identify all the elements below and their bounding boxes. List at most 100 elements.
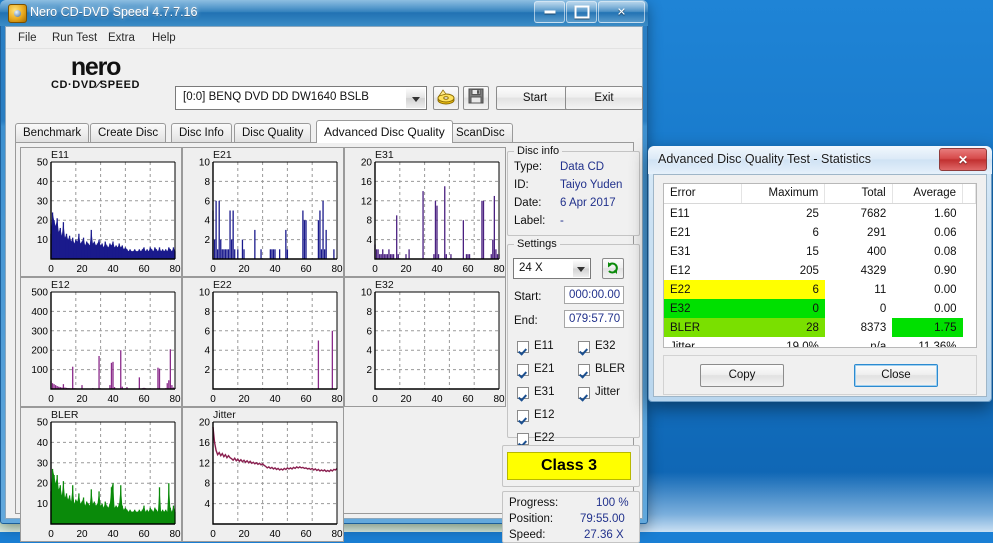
tick-label: 60 (462, 264, 474, 275)
menu-extra[interactable]: Extra (102, 30, 141, 46)
cell-average: 1.75 (892, 318, 962, 337)
cell-maximum: 6 (742, 223, 825, 242)
table-row[interactable]: E226110.00 (664, 280, 976, 299)
window-title: Nero CD-DVD Speed 4.7.7.16 (30, 5, 197, 19)
table-header-row: Error Maximum Total Average (664, 184, 976, 204)
dialog-close-button[interactable]: ✕ (939, 148, 987, 171)
cell-error: E12 (664, 261, 742, 280)
end-position-field[interactable]: 079:57.70 (564, 310, 624, 328)
menu-run-test[interactable]: Run Test (46, 30, 103, 46)
tick-label: 20 (361, 158, 373, 169)
table-row[interactable]: E31154000.08 (664, 242, 976, 261)
tab-scandisc[interactable]: ScanDisc (448, 123, 513, 142)
cell-error: E21 (664, 223, 742, 242)
tick-label: 8 (366, 307, 372, 318)
tick-label: 60 (300, 529, 312, 540)
speed-selector-value: 24 X (519, 262, 543, 274)
col-maximum: Maximum (742, 184, 825, 204)
cell-total: 7682 (825, 204, 892, 224)
cell-average: 11.36% (892, 337, 962, 348)
speed-value: 27.36 X (584, 529, 624, 541)
tick-label: 40 (431, 394, 443, 405)
cell-error: BLER (664, 318, 742, 337)
tick-label: 0 (372, 394, 378, 405)
menu-bar: File Run Test Extra Help (6, 27, 642, 49)
speed-selector[interactable]: 24 X (513, 258, 591, 279)
menu-file[interactable]: File (12, 30, 43, 46)
tick-label: 4 (366, 235, 372, 246)
exit-button[interactable]: Exit (565, 86, 643, 110)
drive-selector[interactable]: [0:0] BENQ DVD DD DW1640 BSLB (175, 86, 427, 110)
checkbox-icon (578, 341, 590, 353)
table-row[interactable]: E32000.00 (664, 299, 976, 318)
checkbox-icon (517, 387, 529, 399)
cell-spacer (963, 318, 976, 337)
col-total: Total (825, 184, 892, 204)
tab-disc-info[interactable]: Disc Info (171, 123, 232, 142)
cell-spacer (963, 242, 976, 261)
cell-error: E31 (664, 242, 742, 261)
tick-label: 40 (37, 438, 49, 449)
chevron-down-icon[interactable] (573, 260, 589, 277)
close-button[interactable]: ✕ (598, 1, 645, 23)
table-row[interactable]: E112576821.60 (664, 204, 976, 224)
tick-label: 2 (366, 365, 372, 376)
chart-e11: E110204060801020304050 (20, 147, 182, 277)
tick-label: 12 (199, 458, 211, 469)
tick-label: 20 (238, 529, 250, 540)
tick-label: 80 (169, 264, 181, 275)
tick-label: 60 (300, 394, 312, 405)
tick-label: 8 (366, 216, 372, 227)
cell-maximum: 25 (742, 204, 825, 224)
statistics-table-body: E112576821.60E2162910.06E31154000.08E122… (664, 204, 976, 349)
checkbox-e12-label: E12 (534, 409, 554, 421)
tab-benchmark[interactable]: Benchmark (15, 123, 89, 142)
cell-average: 0.00 (892, 280, 962, 299)
cell-spacer (963, 204, 976, 224)
tick-label: 10 (199, 158, 211, 169)
tick-label: 10 (37, 235, 49, 246)
tick-label: 60 (138, 529, 150, 540)
tick-label: 4 (204, 216, 210, 227)
start-button[interactable]: Start (496, 86, 574, 110)
save-button[interactable] (463, 86, 489, 110)
position-label: Position: (509, 513, 553, 525)
tab-strip: Benchmark Create Disc Disc Info Disc Qua… (15, 120, 634, 142)
tab-create-disc[interactable]: Create Disc (90, 123, 166, 142)
disc-label-label: Label: (514, 215, 545, 227)
tick-label: 80 (331, 394, 343, 405)
cell-error: Jitter (664, 337, 742, 348)
tab-disc-quality[interactable]: Disc Quality (234, 123, 311, 142)
copy-button[interactable]: Copy (700, 364, 784, 387)
table-row[interactable]: Jitter19.0%n/a11.36% (664, 337, 976, 348)
statistics-table: Error Maximum Total Average E112576821.6… (664, 184, 976, 348)
cell-total: 8373 (825, 318, 892, 337)
eject-button[interactable] (433, 86, 459, 110)
tab-advanced-disc-quality[interactable]: Advanced Disc Quality (316, 120, 453, 143)
close-dialog-button[interactable]: Close (854, 364, 938, 387)
tick-label: 40 (269, 529, 281, 540)
cell-total: 4329 (825, 261, 892, 280)
tick-label: 80 (169, 529, 181, 540)
table-row[interactable]: E2162910.06 (664, 223, 976, 242)
minimize-button[interactable] (534, 1, 565, 23)
tick-label: 20 (238, 394, 250, 405)
cell-spacer (963, 299, 976, 318)
table-row[interactable]: E1220543290.90 (664, 261, 976, 280)
main-title-bar[interactable]: Nero CD-DVD Speed 4.7.7.16 ✕ (0, 0, 648, 26)
start-position-field[interactable]: 000:00.00 (564, 286, 624, 304)
plot-bler: 0204060801020304050 (21, 408, 183, 543)
cell-maximum: 28 (742, 318, 825, 337)
refresh-button[interactable] (602, 258, 624, 279)
menu-help[interactable]: Help (146, 30, 182, 46)
tick-label: 40 (107, 529, 119, 540)
checkbox-icon (517, 433, 529, 445)
quality-class-badge: Class 3 (507, 452, 631, 480)
maximize-button[interactable] (566, 1, 597, 23)
chevron-down-icon[interactable] (406, 88, 425, 108)
dialog-title-bar[interactable]: Advanced Disc Quality Test - Statistics … (648, 146, 992, 174)
tick-label: 20 (400, 264, 412, 275)
disc-info-group: Disc info Type: Data CD ID: Taiyo Yuden … (507, 151, 640, 236)
table-row[interactable]: BLER2883731.75 (664, 318, 976, 337)
nero-logo-subtitle: CD·DVD⁄SPEED (28, 79, 163, 91)
